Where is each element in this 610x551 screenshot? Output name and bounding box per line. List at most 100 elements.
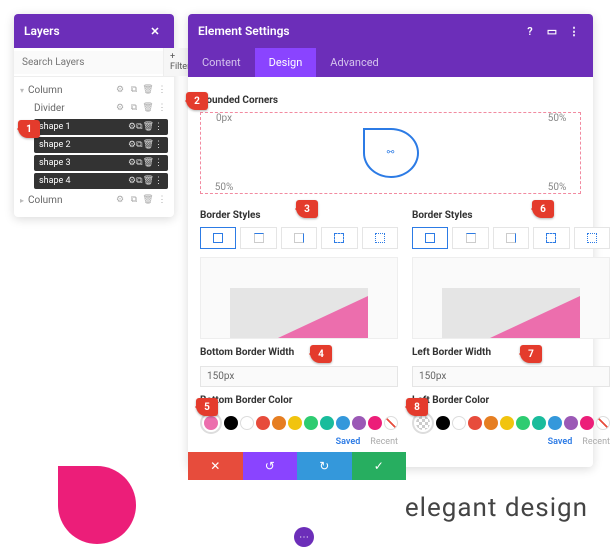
color-swatch[interactable]: [224, 416, 238, 430]
layer-divider[interactable]: Divider ⚙ ⧉ 🗑 ⋮: [20, 99, 168, 117]
color-none[interactable]: [384, 416, 398, 430]
saved-tab[interactable]: Saved: [548, 437, 573, 447]
more-icon[interactable]: ⋮: [154, 140, 163, 150]
recent-tab[interactable]: Recent: [582, 437, 610, 447]
fab-more-button[interactable]: ⋯: [294, 527, 314, 547]
trash-icon[interactable]: 🗑: [143, 176, 154, 186]
expand-icon[interactable]: ▭: [543, 22, 561, 40]
border-col-right: Border Styles Left Border Width Left Bor…: [412, 202, 610, 447]
search-input[interactable]: [14, 51, 163, 74]
cancel-button[interactable]: ✕: [188, 452, 243, 480]
more-icon[interactable]: ⋮: [156, 84, 168, 96]
color-swatch[interactable]: [484, 416, 498, 430]
more-icon[interactable]: ⋮: [156, 194, 168, 206]
gear-icon[interactable]: ⚙: [128, 122, 136, 132]
layer-column-bottom[interactable]: ▸ Column ⚙ ⧉ 🗑 ⋮: [20, 191, 168, 209]
palette-left: [412, 412, 610, 434]
copy-icon[interactable]: ⧉: [128, 84, 140, 96]
tab-content[interactable]: Content: [188, 48, 255, 77]
border-style-left[interactable]: [362, 227, 398, 249]
color-swatch[interactable]: [564, 416, 578, 430]
border-style-left[interactable]: [574, 227, 610, 249]
border-style-bottom[interactable]: [533, 227, 569, 249]
more-icon[interactable]: ⋮: [154, 122, 163, 132]
help-icon[interactable]: ?: [521, 22, 539, 40]
gear-icon[interactable]: ⚙: [128, 176, 136, 186]
color-swatch[interactable]: [320, 416, 334, 430]
color-swatch[interactable]: [516, 416, 530, 430]
rounded-corners-title: Rounded Corners: [200, 95, 581, 106]
settings-body: Rounded Corners ⚯ Border Styles: [188, 77, 593, 467]
color-swatch[interactable]: [548, 416, 562, 430]
layer-column-top[interactable]: ▾ Column ⚙ ⧉ 🗑 ⋮: [20, 81, 168, 99]
color-swatch[interactable]: [336, 416, 350, 430]
copy-icon[interactable]: ⧉: [128, 194, 140, 206]
left-width-input[interactable]: [412, 366, 610, 387]
corner-bl-input[interactable]: [201, 182, 247, 193]
color-swatch[interactable]: [500, 416, 514, 430]
copy-icon[interactable]: ⧉: [128, 102, 140, 114]
color-swatch[interactable]: [532, 416, 546, 430]
trash-icon[interactable]: 🗑: [142, 102, 154, 114]
border-style-top[interactable]: [452, 227, 488, 249]
corner-tl-input[interactable]: [201, 113, 247, 124]
border-preview-2: [412, 257, 610, 339]
undo-button[interactable]: ↺: [243, 452, 298, 480]
border-style-all[interactable]: [200, 227, 236, 249]
layer-shape[interactable]: shape 1⚙⧉🗑⋮: [34, 119, 168, 135]
color-swatch[interactable]: [452, 416, 466, 430]
shape-label: shape 4: [39, 176, 128, 186]
color-swatch[interactable]: [240, 416, 254, 430]
link-icon[interactable]: ⚯: [387, 148, 395, 158]
trash-icon[interactable]: 🗑: [143, 140, 154, 150]
more-icon[interactable]: ⋮: [156, 102, 168, 114]
gear-icon[interactable]: ⚙: [128, 140, 136, 150]
trash-icon[interactable]: 🗑: [142, 84, 154, 96]
redo-button[interactable]: ↻: [297, 452, 352, 480]
color-swatch[interactable]: [272, 416, 286, 430]
trash-icon[interactable]: 🗑: [143, 122, 154, 132]
layer-shape[interactable]: shape 2⚙⧉🗑⋮: [34, 137, 168, 153]
color-swatch[interactable]: [468, 416, 482, 430]
color-picker-current-2[interactable]: [412, 412, 434, 434]
color-picker-current-1[interactable]: [200, 412, 222, 434]
border-style-right[interactable]: [493, 227, 529, 249]
color-swatch[interactable]: [304, 416, 318, 430]
gear-icon[interactable]: ⚙: [114, 194, 126, 206]
confirm-button[interactable]: ✓: [352, 452, 407, 480]
bottom-width-input[interactable]: [200, 366, 398, 387]
recent-tab[interactable]: Recent: [370, 437, 398, 447]
border-style-picker-1: [200, 227, 398, 249]
color-swatch[interactable]: [288, 416, 302, 430]
layer-shape[interactable]: shape 4⚙⧉🗑⋮: [34, 173, 168, 189]
trash-icon[interactable]: 🗑: [142, 194, 154, 206]
border-col-left: Border Styles Bottom Border Width Bottom…: [200, 202, 398, 447]
more-icon[interactable]: ⋮: [154, 176, 163, 186]
gear-icon[interactable]: ⚙: [114, 84, 126, 96]
border-style-all[interactable]: [412, 227, 448, 249]
tab-advanced[interactable]: Advanced: [316, 48, 392, 77]
layer-shape[interactable]: shape 3⚙⧉🗑⋮: [34, 155, 168, 171]
gear-icon[interactable]: ⚙: [114, 102, 126, 114]
color-swatch[interactable]: [368, 416, 382, 430]
saved-tab[interactable]: Saved: [336, 437, 361, 447]
layers-panel: Layers ✕ + Filter ▾ Column ⚙ ⧉ 🗑 ⋮ Divid…: [14, 14, 174, 217]
border-style-right[interactable]: [281, 227, 317, 249]
rounded-corners-control[interactable]: ⚯: [200, 112, 581, 194]
color-swatch[interactable]: [256, 416, 270, 430]
close-icon[interactable]: ✕: [146, 22, 164, 40]
border-style-top[interactable]: [240, 227, 276, 249]
brand-shape-icon: [58, 466, 136, 544]
corner-br-input[interactable]: [534, 182, 580, 193]
tab-design[interactable]: Design: [255, 48, 317, 77]
color-swatch[interactable]: [580, 416, 594, 430]
border-style-bottom[interactable]: [321, 227, 357, 249]
more-icon[interactable]: ⋮: [565, 22, 583, 40]
color-swatch[interactable]: [352, 416, 366, 430]
gear-icon[interactable]: ⚙: [128, 158, 136, 168]
color-none[interactable]: [596, 416, 610, 430]
trash-icon[interactable]: 🗑: [143, 158, 154, 168]
corner-tr-input[interactable]: [534, 113, 580, 124]
color-swatch[interactable]: [436, 416, 450, 430]
more-icon[interactable]: ⋮: [154, 158, 163, 168]
